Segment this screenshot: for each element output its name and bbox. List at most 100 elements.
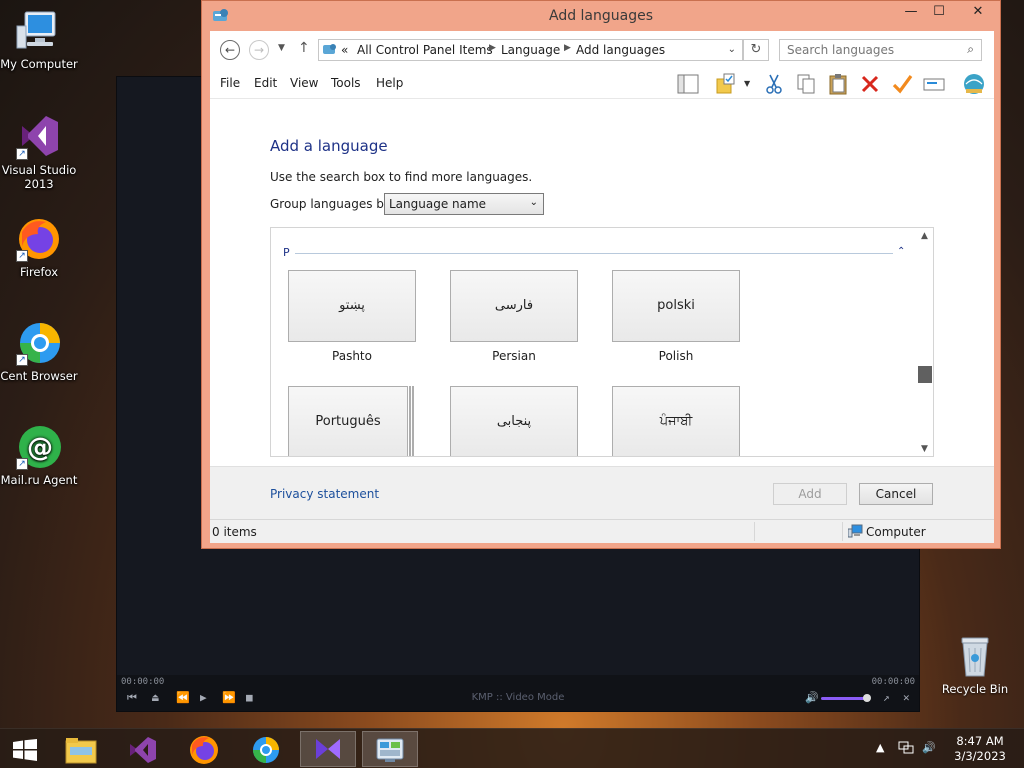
up-arrow-icon[interactable]: ↑ <box>298 40 310 56</box>
mailru-agent-icon: @ ↗ <box>16 424 62 470</box>
add-button[interactable]: Add <box>773 483 847 505</box>
cancel-button[interactable]: Cancel <box>859 483 933 505</box>
window-body: ← → ▼ ↑ « All Control Panel Items ▶ Lang… <box>210 31 994 543</box>
breadcrumb-separator-icon[interactable]: ▶ <box>564 43 571 53</box>
breadcrumb-separator-icon[interactable]: ▶ <box>489 43 496 53</box>
tile-stack-edge <box>412 386 414 456</box>
menu-help[interactable]: Help <box>376 76 403 90</box>
refresh-icon: ↻ <box>750 42 762 57</box>
back-arrow-icon[interactable]: ← <box>220 40 240 60</box>
group-by-select[interactable]: Language name ⌄ <box>384 193 544 215</box>
scroll-down-arrow-icon[interactable]: ▼ <box>916 444 933 454</box>
language-name: Persian <box>492 349 536 363</box>
language-tile-polish[interactable]: polski <box>612 270 740 342</box>
volume-icon[interactable]: 🔊 <box>922 741 936 754</box>
start-button[interactable] <box>0 731 56 767</box>
taskbar-firefox[interactable] <box>177 731 233 767</box>
previous-icon[interactable]: ⏪ <box>176 691 190 704</box>
scroll-up-arrow-icon[interactable]: ▲ <box>916 231 933 241</box>
kmplayer-elapsed-time: 00:00:00 <box>121 677 165 687</box>
language-tile-punjabi-arabic[interactable]: پنجابی <box>450 386 578 456</box>
taskbar-file-explorer[interactable] <box>54 731 110 767</box>
language-native-name: پنجابی <box>496 414 532 429</box>
shortcut-arrow-icon: ↗ <box>16 458 28 470</box>
dialog-footer: Privacy statement Add Cancel <box>210 466 994 519</box>
delete-icon[interactable] <box>858 72 882 96</box>
rename-icon[interactable] <box>922 72 946 96</box>
folder-options-icon[interactable] <box>714 72 738 96</box>
taskbar-cent-browser[interactable] <box>239 731 295 767</box>
volume-slider-fill[interactable] <box>821 697 867 700</box>
clock-time: 8:47 AM <box>956 734 1004 748</box>
breadcrumb-add-languages[interactable]: Add languages <box>576 43 665 57</box>
address-bar[interactable]: « All Control Panel Items ▶ Language ▶ A… <box>318 39 743 61</box>
language-native-name: فارسی <box>494 298 534 313</box>
forward-arrow-icon[interactable]: → <box>249 40 269 60</box>
language-tile-portuguese[interactable]: Português <box>288 386 408 456</box>
desktop-icon-cent-browser[interactable]: ↗ Cent Browser <box>0 320 78 383</box>
recent-locations-chevron-icon[interactable]: ▼ <box>278 43 285 53</box>
search-icon[interactable]: ⌕ <box>967 42 974 57</box>
title-bar[interactable]: Add languages — ☐ ✕ <box>202 1 1000 31</box>
scrollbar-thumb[interactable] <box>918 366 932 383</box>
breadcrumb-all-control-panel-items[interactable]: All Control Panel Items <box>357 43 493 57</box>
language-list[interactable]: P ⌃ پښتو Pashto فارسی Persian polski Pol… <box>270 227 934 457</box>
maximize-button[interactable]: ☐ <box>924 1 954 23</box>
status-divider <box>842 522 843 541</box>
stop-icon[interactable]: ■ <box>246 691 253 704</box>
breadcrumb-overflow[interactable]: « <box>341 43 348 57</box>
eject-icon[interactable]: ⏏ <box>152 691 159 704</box>
privacy-statement-link[interactable]: Privacy statement <box>270 487 379 501</box>
layout-pane-icon[interactable] <box>676 72 700 96</box>
skip-start-icon[interactable]: ⏮ <box>127 691 137 705</box>
properties-check-icon[interactable] <box>890 72 914 96</box>
close-button[interactable]: ✕ <box>959 1 997 23</box>
paste-icon[interactable] <box>826 72 850 96</box>
taskbar-clock[interactable]: 8:47 AM 3/3/2023 <box>944 734 1016 764</box>
shortcut-arrow-icon: ↗ <box>16 250 28 262</box>
fullscreen-icon[interactable]: ↗ <box>883 691 890 704</box>
search-input[interactable]: Search languages ⌕ <box>779 39 982 61</box>
menu-tools[interactable]: Tools <box>331 76 361 90</box>
taskbar-kmplayer[interactable] <box>300 731 356 767</box>
breadcrumb-language[interactable]: Language <box>501 43 560 57</box>
address-dropdown-chevron-icon[interactable]: ⌄ <box>728 44 736 55</box>
desktop-icon-firefox[interactable]: ↗ Firefox <box>0 216 78 279</box>
control-panel-icon <box>322 42 338 61</box>
network-icon[interactable] <box>898 741 914 758</box>
show-hidden-icons-chevron-icon[interactable]: ▲ <box>876 741 884 754</box>
volume-slider-knob[interactable] <box>863 694 871 702</box>
play-icon[interactable]: ▶ <box>200 691 207 704</box>
visual-studio-icon <box>127 735 159 768</box>
taskbar-visual-studio[interactable] <box>115 731 171 767</box>
refresh-button[interactable]: ↻ <box>743 39 769 61</box>
next-icon[interactable]: ⏩ <box>222 691 236 704</box>
collapse-group-chevron-icon[interactable]: ⌃ <box>897 246 905 257</box>
language-tile-pashto[interactable]: پښتو <box>288 270 416 342</box>
language-tile-punjabi-gurmukhi[interactable]: ਪੰਜਾਬੀ <box>612 386 740 456</box>
vertical-scrollbar[interactable]: ▲ ▼ <box>916 228 933 456</box>
desktop-icon-recycle-bin[interactable]: Recycle Bin <box>938 632 1012 696</box>
kmplayer-total-time: 00:00:00 <box>871 677 915 687</box>
item-count: 0 items <box>212 525 257 539</box>
menu-bar: File Edit View Tools Help ▼ <box>210 69 994 99</box>
volume-icon[interactable]: 🔊 <box>805 691 819 704</box>
copy-icon[interactable] <box>794 72 818 96</box>
desktop-icon-visual-studio[interactable]: ↗ Visual Studio 2013 <box>0 112 78 191</box>
desktop-icon-mailru-agent[interactable]: @ ↗ Mail.ru Agent <box>0 424 78 487</box>
language-native-name: polski <box>657 298 695 313</box>
menu-edit[interactable]: Edit <box>254 76 277 90</box>
network-globe-icon[interactable] <box>962 72 986 96</box>
minimize-button[interactable]: — <box>896 1 926 23</box>
folder-options-chevron-icon[interactable]: ▼ <box>744 79 750 88</box>
kmplayer-settings-icon[interactable]: ✕ <box>903 691 910 704</box>
taskbar-control-panel[interactable] <box>362 731 418 767</box>
page-description: Use the search box to find more language… <box>270 170 533 184</box>
menu-view[interactable]: View <box>290 76 318 90</box>
language-tile-persian[interactable]: فارسی <box>450 270 578 342</box>
status-divider <box>754 522 755 541</box>
cut-icon[interactable] <box>762 72 786 96</box>
language-name: Polish <box>658 349 694 363</box>
desktop-icon-my-computer[interactable]: My Computer <box>0 8 78 71</box>
menu-file[interactable]: File <box>220 76 240 90</box>
